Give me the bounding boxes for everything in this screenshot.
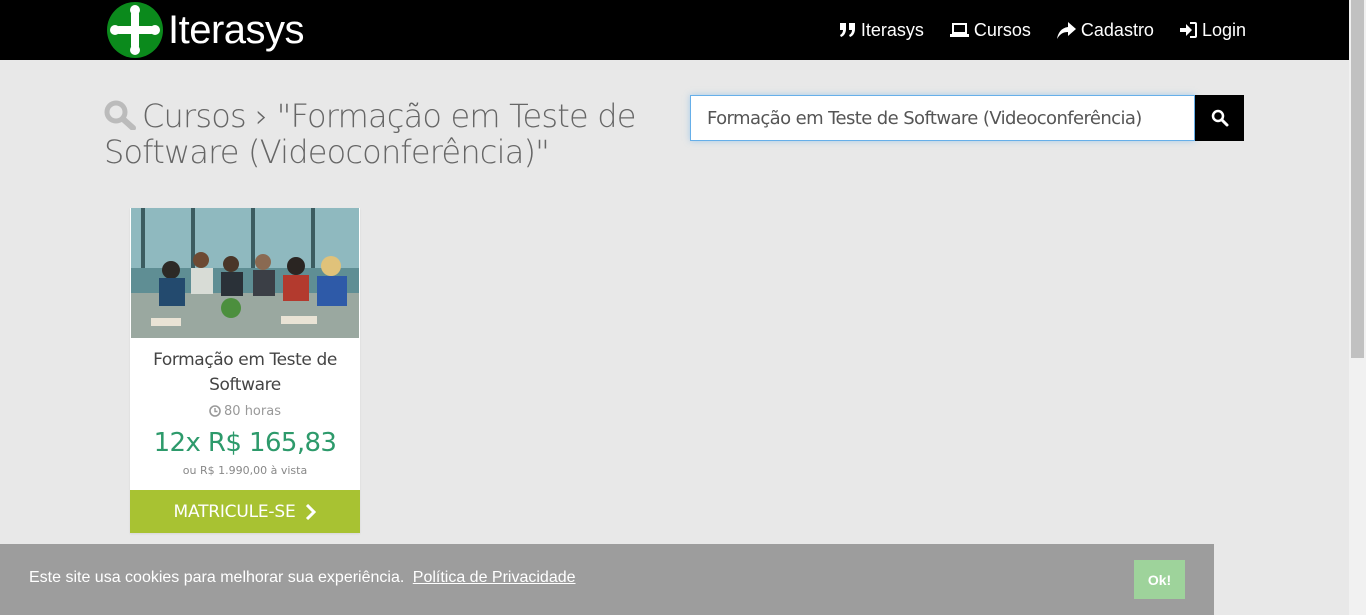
page-title: Cursos › "Formação em Teste de Software …	[104, 98, 664, 170]
brand-link[interactable]: Iterasys	[107, 2, 305, 58]
search-button[interactable]	[1195, 95, 1244, 141]
nav-item-label: Login	[1201, 19, 1246, 40]
course-card[interactable]: Formação em Teste de Software 80 horas 1…	[130, 208, 360, 533]
course-full-price: ou R$ 1.990,00 à vista	[182, 464, 308, 477]
nav-item-iterasys[interactable]: Iterasys	[839, 20, 924, 41]
course-image[interactable]	[131, 208, 359, 338]
course-hours-text: 80 horas	[224, 404, 281, 419]
scrollbar-thumb[interactable]	[1351, 0, 1364, 358]
nav-item-login[interactable]: Login	[1179, 19, 1246, 41]
nav-item-label: Iterasys	[860, 19, 924, 40]
nav-item-label: Cursos	[973, 19, 1031, 40]
nav-menu: Iterasys Cursos Cadastro Login	[839, 0, 1246, 60]
page-scrollbar[interactable]	[1349, 0, 1366, 615]
iterasys-logo-icon	[107, 2, 163, 58]
enroll-button[interactable]: MATRICULE-SE	[130, 490, 360, 533]
laptop-icon	[949, 23, 969, 37]
search-icon	[104, 100, 136, 130]
cookie-message: Este site usa cookies para melhorar sua …	[29, 569, 576, 587]
cookie-banner: Este site usa cookies para melhorar sua …	[0, 544, 1214, 615]
nav-item-cadastro[interactable]: Cadastro	[1056, 19, 1154, 41]
quote-icon	[839, 23, 855, 37]
chevron-right-icon	[306, 503, 317, 520]
brand-name: Iterasys	[168, 7, 305, 52]
nav-item-label: Cadastro	[1080, 19, 1154, 40]
share-arrow-icon	[1056, 21, 1076, 39]
privacy-policy-link[interactable]: Política de Privacidade	[413, 569, 576, 586]
course-duration: 80 horas	[130, 404, 360, 419]
course-title[interactable]: Formação em Teste de Software	[130, 348, 360, 398]
search-input[interactable]	[690, 95, 1195, 141]
search-form	[690, 95, 1244, 141]
cookie-message-text: Este site usa cookies para melhorar sua …	[29, 569, 405, 586]
enroll-button-label: MATRICULE-SE	[173, 501, 296, 522]
sign-in-icon	[1179, 22, 1197, 38]
nav-item-cursos[interactable]: Cursos	[949, 19, 1031, 41]
cookie-ok-button[interactable]: Ok!	[1134, 560, 1185, 599]
page-title-text: Cursos › "Formação em Teste de Software …	[104, 97, 636, 171]
course-installment-price: 12x R$ 165,83	[153, 428, 337, 458]
top-navbar: Iterasys Iterasys Cursos Cadastro Login	[0, 0, 1349, 60]
clock-icon	[209, 405, 221, 417]
search-icon	[1211, 109, 1228, 127]
